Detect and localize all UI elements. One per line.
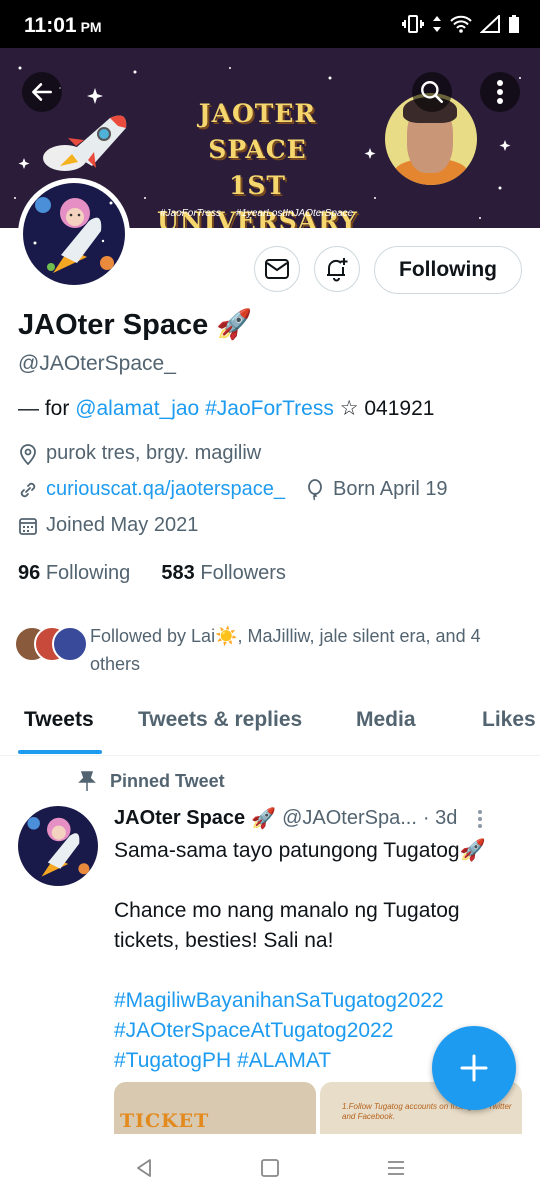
rocket-emoji: 🚀 — [216, 309, 253, 341]
clock: 11:01 PM — [24, 14, 102, 37]
rocket-emoji: 🚀 — [251, 808, 277, 830]
profile-tabs: Tweets Tweets & replies Media Likes — [0, 700, 540, 756]
compose-tweet-button[interactable] — [432, 1026, 516, 1110]
rocket-illustration — [40, 108, 135, 183]
follower-avatar — [52, 626, 88, 662]
following-count-link[interactable]: 96 Following — [18, 562, 130, 584]
tweet-author-name[interactable]: JAOter Space — [114, 807, 245, 830]
tweet-avatar[interactable] — [18, 806, 98, 886]
bio-mention-link[interactable]: @alamat_jao — [75, 397, 199, 420]
profile-avatar[interactable] — [18, 178, 130, 290]
tweet-media-image-1[interactable]: TICKET GIVEAWAY — [114, 1082, 316, 1134]
back-triangle-icon[interactable] — [133, 1157, 155, 1179]
following-button[interactable]: Following — [374, 246, 522, 294]
envelope-icon — [265, 259, 289, 279]
banner-hashtags: #JaoForTress #1yearLostInJAOterSpace — [160, 208, 354, 219]
more-options-button[interactable] — [480, 72, 520, 112]
wifi-icon — [450, 15, 472, 33]
calendar-icon — [19, 517, 37, 535]
bio-hashtag-link[interactable]: #JaoForTress — [205, 397, 334, 420]
tab-media[interactable]: Media — [356, 708, 416, 732]
location-pin-icon — [20, 443, 36, 465]
followers-count-link[interactable]: 583 Followers — [161, 562, 286, 584]
profile-name: JAOter Space 🚀 — [18, 308, 253, 342]
system-navigation-bar — [0, 1136, 540, 1200]
link-icon — [20, 482, 36, 497]
search-icon — [421, 81, 444, 104]
arrow-left-icon — [32, 83, 52, 101]
plus-icon — [460, 1054, 488, 1082]
tweet-author-handle: @JAOterSpa... — [282, 807, 417, 829]
active-tab-indicator — [18, 750, 102, 754]
status-bar: 11:01 PM — [0, 0, 540, 48]
home-square-icon[interactable] — [260, 1158, 280, 1178]
battery-icon — [509, 15, 519, 33]
profile-location: purok tres, brgy. magiliw — [18, 442, 261, 465]
balloon-icon — [308, 478, 322, 501]
tweet-header: JAOter Space 🚀 @JAOterSpa... · 3d — [114, 806, 514, 831]
recents-menu-icon[interactable] — [385, 1158, 407, 1178]
tab-tweets[interactable]: Tweets — [24, 708, 94, 732]
tweet-hashtag[interactable]: #MagiliwBayanihanSaTugatog2022 — [114, 986, 514, 1016]
followed-by-text[interactable]: Followed by Lai☀️, MaJilliw, jale silent… — [90, 622, 520, 678]
notifications-button[interactable] — [314, 246, 360, 292]
follow-counts: 96 Following 583 Followers — [18, 562, 286, 585]
profile-url-link[interactable]: curiouscat.qa/jaoterspace_ — [46, 478, 285, 501]
profile-birthday: Born April 19 — [333, 478, 448, 500]
back-button[interactable] — [22, 72, 62, 112]
more-vertical-icon — [497, 80, 503, 104]
profile-handle: @JAOterSpace_ — [18, 352, 176, 375]
profile-url-row: curiouscat.qa/jaoterspace_ Born April 19 — [18, 478, 448, 501]
data-arrows-icon — [433, 16, 441, 32]
pin-icon — [78, 771, 96, 791]
pinned-tweet-label: Pinned Tweet — [78, 770, 225, 792]
bell-plus-icon — [327, 258, 348, 282]
search-button[interactable] — [412, 72, 452, 112]
tweet-timestamp: · 3d — [422, 807, 458, 829]
more-vertical-icon[interactable] — [477, 809, 483, 829]
tab-tweets-replies[interactable]: Tweets & replies — [138, 708, 302, 732]
signal-icon — [480, 15, 500, 33]
profile-bio: — for @alamat_jao #JaoForTress ☆ 041921 — [18, 397, 435, 420]
message-button[interactable] — [254, 246, 300, 292]
vibrate-icon — [402, 15, 424, 33]
profile-joined: Joined May 2021 — [18, 514, 198, 537]
tab-likes[interactable]: Likes — [482, 708, 536, 732]
avatar — [23, 183, 125, 285]
